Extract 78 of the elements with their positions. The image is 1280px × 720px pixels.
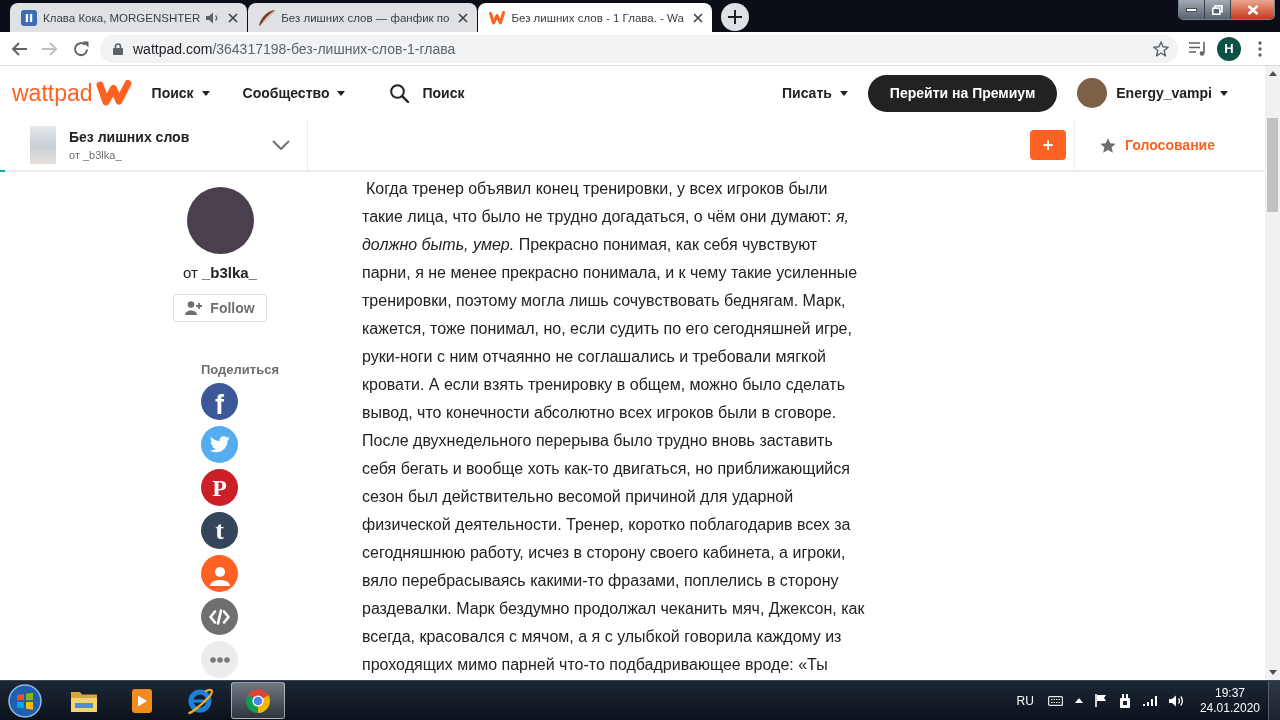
chevron-down-icon[interactable] (272, 140, 290, 150)
ring-orbit-icon (186, 686, 214, 715)
bird-icon (209, 436, 230, 453)
premium-button[interactable]: Перейти на Премиум (867, 74, 1058, 112)
lock-icon (113, 42, 123, 55)
restore-button[interactable] (1205, 0, 1231, 19)
search-field[interactable]: Поиск (422, 82, 543, 104)
close-icon[interactable] (228, 12, 239, 23)
caret-icon (337, 90, 346, 96)
search-icon[interactable] (390, 83, 410, 103)
profile-button[interactable]: H (1217, 36, 1241, 61)
flag-icon[interactable] (1094, 694, 1107, 707)
pause-icon (21, 9, 37, 26)
language-indicator[interactable]: RU (1016, 693, 1034, 708)
logo-mark-icon (95, 79, 132, 107)
keyboard-icon[interactable] (1047, 695, 1063, 706)
user-menu-button[interactable]: Energy_vampi (1116, 85, 1228, 101)
restore-icon (1212, 4, 1223, 15)
new-tab-button[interactable] (720, 2, 749, 31)
forward-arrow-icon (42, 40, 58, 57)
share-button[interactable] (201, 641, 238, 678)
bookmark-star-icon[interactable] (1153, 40, 1169, 57)
person-icon (209, 565, 230, 586)
caret-icon (1220, 90, 1228, 96)
caret-icon (201, 90, 210, 96)
caret-icon (839, 90, 848, 96)
show-desktop-button[interactable] (1268, 681, 1280, 720)
author-name-link[interactable]: _b3lka_ (201, 263, 257, 281)
byline-label: от (183, 263, 198, 281)
more-dots-icon (209, 656, 230, 663)
feather-icon (259, 9, 276, 26)
scrollbar[interactable] (1265, 66, 1280, 680)
share-button[interactable]: f (201, 383, 238, 420)
cover-thumbnail (30, 126, 56, 164)
share-button[interactable]: P (201, 469, 238, 506)
close-icon[interactable] (692, 12, 703, 23)
story-title: Без лишних слов (69, 129, 190, 145)
signal-icon[interactable] (1142, 695, 1157, 706)
menu-dots-icon (1258, 40, 1262, 57)
close-icon (1246, 4, 1259, 15)
share-label: Поделиться (201, 362, 280, 378)
share-button[interactable] (201, 555, 238, 592)
w-logo-icon (489, 9, 506, 26)
browser-tab[interactable]: Без лишних слов — фанфик по (248, 3, 478, 32)
minimize-button[interactable] (1179, 0, 1205, 19)
code-icon (209, 608, 230, 625)
playlist-icon (1188, 41, 1206, 56)
share-button[interactable]: t (201, 512, 238, 549)
minimize-icon (1186, 7, 1197, 12)
clock[interactable]: 19:37 24.01.2020 (1199, 685, 1260, 716)
close-button[interactable] (1231, 0, 1274, 19)
nav-menu-button[interactable]: Сообщество (242, 85, 346, 101)
play-icon (132, 688, 152, 713)
star-icon (1100, 137, 1117, 153)
story-author: от _b3lka_ (69, 149, 123, 161)
close-icon[interactable] (458, 12, 469, 23)
add-user-icon (185, 301, 203, 315)
browser-tab[interactable]: Клава Кока, MORGENSHTER (10, 3, 248, 32)
share-button[interactable] (201, 598, 238, 635)
taskbar-button[interactable] (231, 682, 285, 719)
scroll-up-arrow-icon[interactable] (1268, 71, 1277, 76)
nav-menu-button[interactable]: Поиск (151, 85, 210, 101)
start-button[interactable] (8, 683, 42, 718)
speaker-icon[interactable] (1168, 694, 1184, 707)
follow-button[interactable]: Follow (173, 294, 267, 322)
reload-icon (73, 40, 89, 57)
browser-icon (245, 687, 271, 714)
write-menu-button[interactable]: Писать (782, 85, 848, 101)
back-arrow-icon (11, 40, 27, 57)
address-bar[interactable]: wattpad.com/364317198-без-лишних-слов-1-глава (100, 34, 1178, 63)
browser-tab[interactable]: Без лишних слов - 1 Глава. - Wa (478, 3, 712, 32)
avatar-placeholder[interactable] (1077, 78, 1108, 108)
scroll-down-arrow-icon[interactable] (1268, 670, 1277, 675)
device-icon[interactable] (1118, 693, 1131, 708)
plus-icon (727, 9, 742, 24)
chapter-paragraph: Когда тренер объявил конец тренировки, у всех игроков были такие лица, что было не трудно догадаться, о чём они думают: я, должно быть, умер. Прекрасно понимая, как себя чувствуют парни, я не менее прекрасно понимала, и к чему такие усиленные тренировки, поэтому могла лишь сочувствовать беднягам. Марк, кажется, тоже понимал, но, если судить по его сегодняшней игре, руки-ноги с ним отчаянно не соглашались и требовали мягкой кровати. А если взять тренировку в общем, можно было сделать вывод, что конечности абсолютно всех игроков были в сговоре. После двухнедельного перерыва было трудно вновь заставить себя бегать и вообще хоть как-то двигаться, но приближающийся сезон был действительно весомой причиной для ударной физической деятельности. Тренер, коротко поблагодарив всех за сегодняшнюю работу, исчез в сторону своего кабинета, а игроки, вяло перебрасываясь какими-то фразами, поплелись в сторону раздевалки. Марк бездумно продолжал чеканить мяч, Джексон, как всегда, красовался с мячом, а я с улыбкой говорила каждому из проходящих мимо парней что-то подбадривающее вроде: «Ты (362, 179, 866, 675)
chevron-up-icon[interactable] (1074, 698, 1083, 703)
scrollbar-thumb[interactable] (1267, 118, 1278, 212)
